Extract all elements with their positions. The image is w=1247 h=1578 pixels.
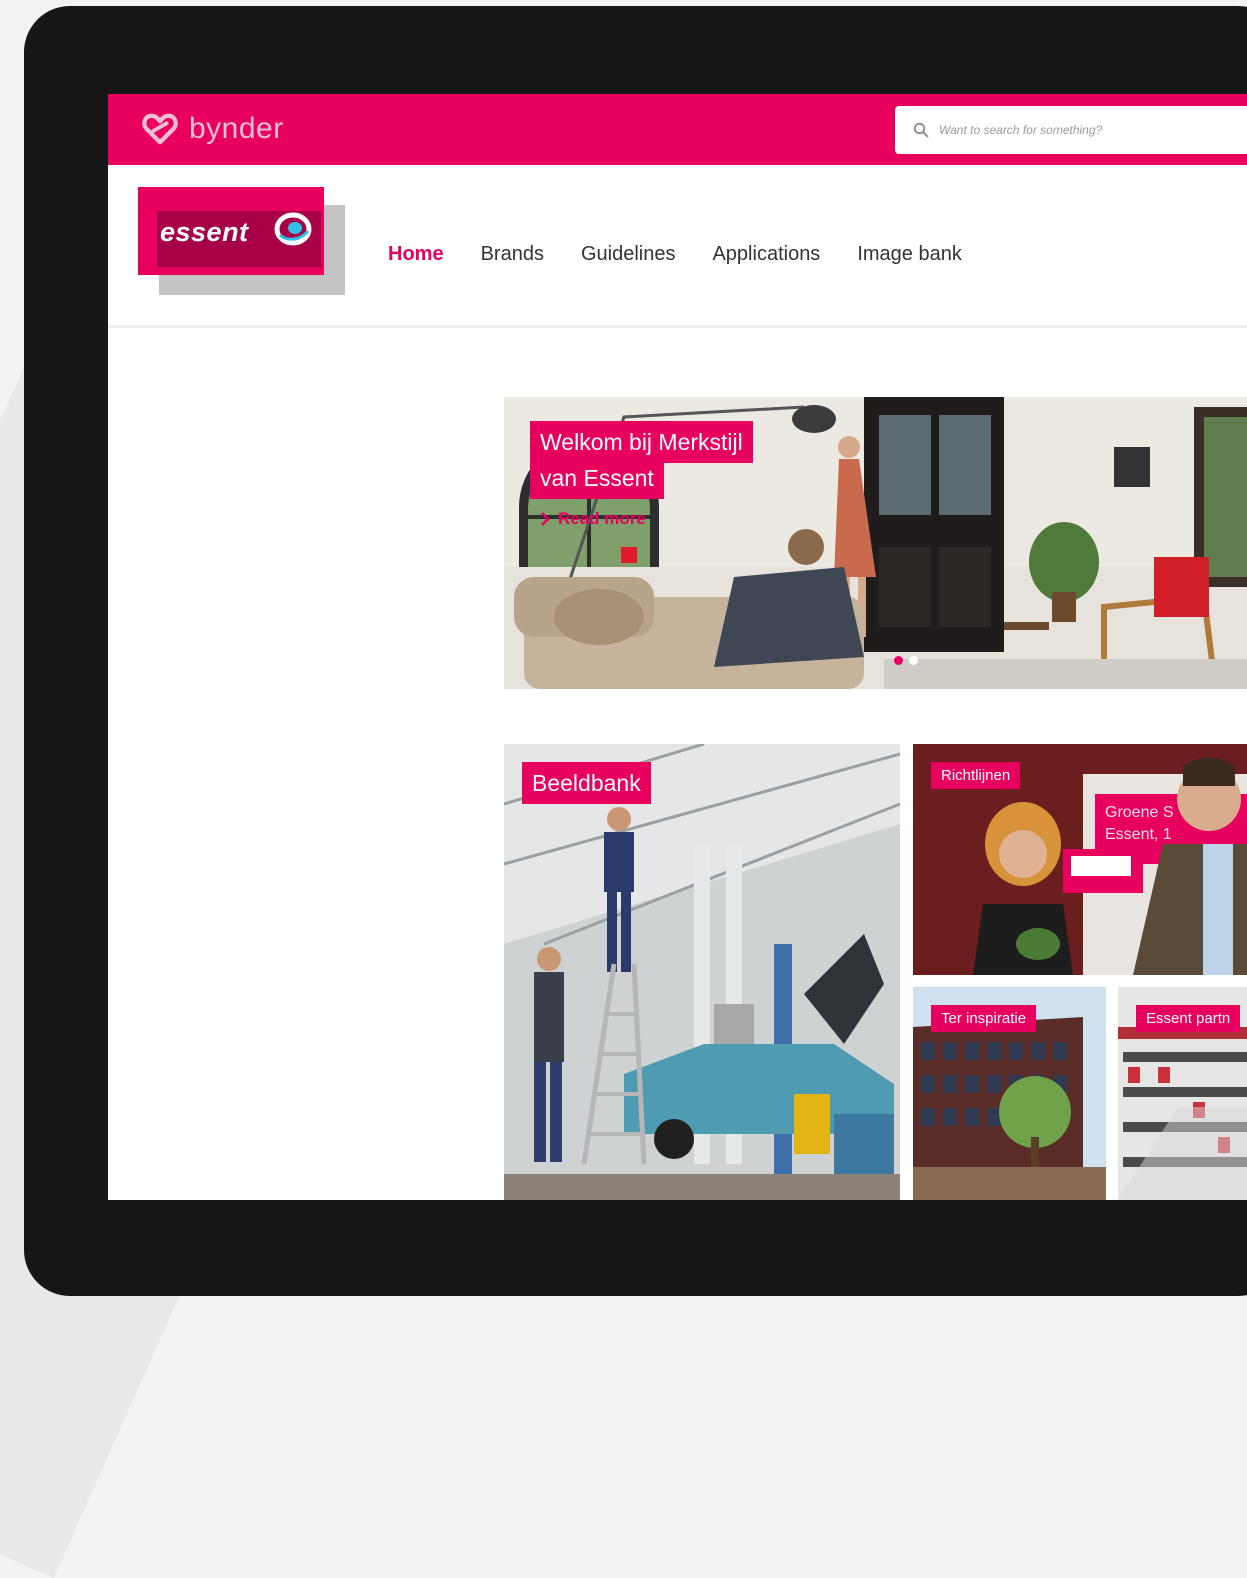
richtlijnen-sign: Groene S Essent, 1 [1105, 802, 1173, 846]
richtlijnen-sign-line1: Groene S [1105, 804, 1174, 821]
tile-inspiratie[interactable]: Ter inspiratie [913, 987, 1106, 1200]
hero-title-line2: van Essent [540, 465, 654, 491]
essent-swirl-icon [274, 212, 312, 246]
tile-richtlijnen[interactable]: Richtlijnen Groene S Essent, 1 [913, 744, 1247, 975]
chevron-right-icon [541, 512, 550, 526]
hero-title-line1: Welkom bij Merkstijl [540, 429, 743, 455]
search-box[interactable] [895, 106, 1247, 154]
tile-partners[interactable]: Essent partn [1118, 987, 1247, 1200]
tile-label-partners: Essent partn [1136, 1005, 1241, 1032]
nav-guidelines[interactable]: Guidelines [581, 243, 676, 266]
hero-banner[interactable]: Welkom bij Merkstijl van Essent Read mor… [504, 397, 1247, 689]
nav-applications[interactable]: Applications [712, 243, 820, 266]
site-header: essent Home Brands Guidelines Applicatio… [108, 165, 1247, 328]
nav-home[interactable]: Home [388, 243, 444, 266]
logo-front: essent [138, 187, 324, 275]
bynder-brand[interactable]: bynder [141, 109, 284, 149]
brand-name: bynder [189, 112, 284, 145]
tile-label-beeldbank: Beeldbank [522, 762, 651, 804]
richtlijnen-sign-line2: Essent, 1 [1105, 826, 1172, 843]
hero-title-second: van Essent [530, 457, 664, 499]
search-icon [913, 122, 929, 138]
nav-image-bank[interactable]: Image bank [857, 243, 962, 266]
top-bar: bynder [108, 94, 1247, 165]
carousel-dot-2[interactable] [909, 656, 918, 665]
tile-label-inspiratie: Ter inspiratie [931, 1005, 1037, 1032]
logo-text: essent [160, 217, 249, 247]
screen: bynder essent Home B [108, 94, 1247, 1200]
search-input[interactable] [937, 122, 1241, 138]
carousel-dot-1[interactable] [894, 656, 903, 665]
read-more-link[interactable]: Read more [540, 509, 646, 529]
read-more-label: Read more [558, 509, 646, 528]
main-nav: Home Brands Guidelines Applications Imag… [388, 243, 999, 266]
nav-brands[interactable]: Brands [481, 243, 544, 266]
bynder-logo-icon [142, 113, 178, 145]
essent-logo[interactable]: essent [138, 187, 348, 299]
beeldbank-image [504, 744, 900, 1200]
tile-label-richtlijnen: Richtlijnen [931, 762, 1021, 789]
tile-beeldbank[interactable]: Beeldbank [504, 744, 900, 1200]
